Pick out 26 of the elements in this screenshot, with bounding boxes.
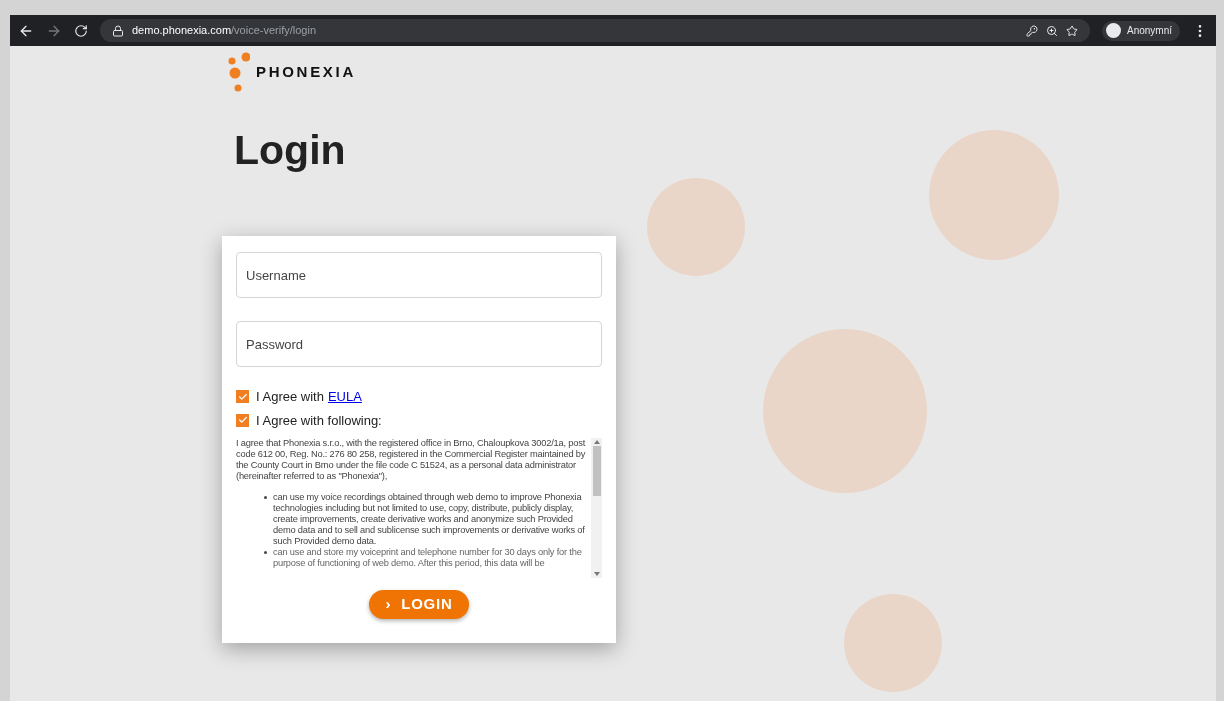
eula-link[interactable]: EULA <box>327 387 362 407</box>
url-text: demo.phonexia.com/voice-verify/login <box>132 23 317 39</box>
bullet-icon <box>264 551 267 554</box>
page-title: Login <box>234 130 346 171</box>
checkbox[interactable] <box>236 413 249 427</box>
scrollbar[interactable] <box>591 438 602 578</box>
reload-icon[interactable] <box>74 23 88 38</box>
checkbox-label: I Agree with following: <box>256 411 382 430</box>
avatar-icon <box>1105 23 1121 38</box>
input-field[interactable]: Password <box>236 321 602 367</box>
lock-icon <box>112 24 124 37</box>
star-icon[interactable] <box>1065 24 1078 37</box>
input-field[interactable]: Username <box>236 252 602 298</box>
zoom-icon[interactable] <box>1045 24 1058 37</box>
consent-text: I agree that Phonexia s.r.o., with the registered office in Brno, Chaloupkova 3002/1a, post code 612 00, Reg. No.: 276 80 258, registered in the Commercial Register maintained by the County Court in Brno under the file code C 51524, as a personal data administrator (hereinafter referred to as "Phonexia"), <box>236 438 587 482</box>
logo-text: PHONEXIA <box>256 61 356 82</box>
checkbox-label: I Agree with <box>256 388 324 406</box>
profile-button[interactable]: Anonymní <box>1101 20 1180 41</box>
scroll-down-icon[interactable] <box>593 572 600 576</box>
consent-item: can use my voice recordings obtained through web demo to improve Phonexia technologies including but not limited to use, copy, distribute, publicly display, create improvements, create derivative works and anonymize such Provided demo data and to sell and sublicense such improvements or derivative works of such Provided demo data. <box>273 492 586 547</box>
address-bar[interactable]: demo.phonexia.com/voice-verify/login <box>100 19 1090 42</box>
checkbox[interactable] <box>236 390 249 404</box>
scroll-up-icon[interactable] <box>593 440 600 444</box>
consent-item: can use and store my voiceprint and telephone number for 30 days only for the purpose of functioning of web demo. After this period, this data will be <box>273 547 583 569</box>
key-icon[interactable] <box>1025 24 1038 37</box>
bullet-icon <box>264 496 267 499</box>
